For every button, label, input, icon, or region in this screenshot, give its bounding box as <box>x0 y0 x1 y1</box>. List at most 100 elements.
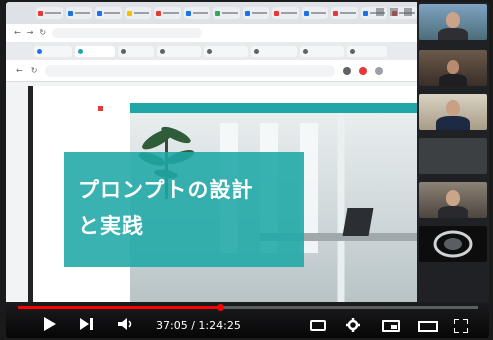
back-icon: ← <box>14 28 21 37</box>
time-separator: / <box>187 319 199 332</box>
tab-favicon-icon <box>244 10 250 16</box>
browser-toolbar: ← → ↻ <box>6 24 417 42</box>
volume-icon[interactable] <box>118 318 134 330</box>
tab-title <box>163 12 179 14</box>
participant-tile <box>419 94 487 130</box>
avatar <box>446 12 460 28</box>
avatar-body <box>439 74 467 86</box>
inner-browser-tab <box>34 45 72 57</box>
player-controls: 37:05 / 1:24:25 <box>6 302 489 338</box>
forward-icon: → <box>26 28 34 37</box>
browser-tab <box>183 7 211 19</box>
tab-title <box>74 12 91 14</box>
duration: 1:24:25 <box>198 319 241 332</box>
maximize-icon <box>390 8 398 16</box>
tab-favicon-icon <box>67 10 73 16</box>
inner-browser-tab <box>204 45 248 57</box>
tab-title <box>104 12 120 14</box>
inner-browser-tab <box>118 45 154 57</box>
inner-browser-tab <box>75 45 115 57</box>
tab-favicon-icon <box>303 10 309 16</box>
browser-tab <box>124 7 152 19</box>
avatar <box>446 100 460 116</box>
participant-strip <box>417 2 489 302</box>
tab-title <box>340 12 356 14</box>
fullscreen-icon[interactable] <box>454 319 468 333</box>
next-icon[interactable] <box>80 318 94 330</box>
tab-favicon-icon <box>274 10 280 16</box>
tab-favicon-icon <box>156 10 162 16</box>
time-display: 37:05 / 1:24:25 <box>156 319 241 332</box>
minimize-icon <box>376 8 384 16</box>
address-bar <box>52 28 203 38</box>
tab-favicon-icon <box>121 48 126 54</box>
slide-left-rule <box>28 86 33 302</box>
tab-title <box>133 12 150 14</box>
tab-title <box>192 12 209 14</box>
back-icon: ← <box>16 65 23 75</box>
video-player[interactable]: ← → ↻ ← ↻ プロンプトの設計 と実践 37:05 / 1:24:25 <box>6 2 489 338</box>
participant-tile <box>419 50 487 86</box>
slide-title-line-2: と実践 <box>78 214 144 238</box>
tab-favicon-icon <box>126 10 132 16</box>
tab-favicon-icon <box>333 10 339 16</box>
browser-tab-strip <box>6 2 417 24</box>
extension-icon <box>359 66 368 75</box>
shared-screen: ← → ↻ ← ↻ プロンプトの設計 と実践 <box>6 2 439 302</box>
avatar <box>447 60 459 74</box>
settings-gear-icon[interactable] <box>346 318 360 332</box>
presentation-slide: プロンプトの設計 と実践 <box>28 86 417 302</box>
inner-browser-tab <box>347 45 387 57</box>
avatar-body <box>438 28 468 40</box>
browser-tab <box>213 7 240 19</box>
tab-favicon-icon <box>97 10 103 16</box>
current-time: 37:05 <box>156 319 188 332</box>
miniplayer-icon[interactable] <box>382 320 400 332</box>
tab-title <box>281 12 297 14</box>
slide-accent-bar <box>130 103 417 113</box>
scrubber-handle[interactable] <box>217 304 224 311</box>
theater-mode-icon[interactable] <box>418 321 438 332</box>
camera-lens-image <box>433 230 473 258</box>
inner-browser-tab <box>251 45 297 57</box>
tab-favicon-icon <box>350 48 355 54</box>
subtitles-icon[interactable] <box>310 320 326 331</box>
tab-favicon-icon <box>185 10 191 16</box>
slide-title-box: プロンプトの設計 と実践 <box>64 152 304 267</box>
reload-icon: ↻ <box>39 28 47 37</box>
tab-favicon-icon <box>37 48 42 54</box>
tab-favicon-icon <box>303 48 308 54</box>
reload-icon: ↻ <box>30 65 38 75</box>
inner-browser-tab <box>157 45 201 57</box>
browser-tab <box>331 7 358 19</box>
participant-tile <box>419 4 487 40</box>
tab-favicon-icon <box>160 48 165 54</box>
avatar-body <box>436 116 470 130</box>
browser-tab <box>154 7 181 19</box>
tab-favicon-icon <box>78 48 83 54</box>
tab-favicon-icon <box>215 10 221 16</box>
tab-title <box>222 12 238 14</box>
avatar <box>446 190 460 206</box>
participant-tile <box>419 182 487 218</box>
participant-tile <box>419 138 487 174</box>
progress-fill <box>18 306 220 309</box>
inner-browser-tab <box>300 45 344 57</box>
tab-title <box>251 12 268 14</box>
progress-bar[interactable] <box>18 304 478 311</box>
browser-tab <box>36 7 63 19</box>
browser-tab <box>272 7 299 19</box>
inner-browser-toolbar: ← ↻ <box>6 60 417 82</box>
close-icon <box>404 8 412 16</box>
play-icon[interactable] <box>44 317 56 331</box>
tab-favicon-icon <box>38 10 43 16</box>
tab-title <box>310 12 327 14</box>
browser-tab <box>95 7 122 19</box>
inner-address-bar <box>45 64 336 77</box>
avatar-body <box>438 206 468 218</box>
slide-accent-square <box>98 106 103 111</box>
extension-icon <box>343 66 352 75</box>
tab-favicon-icon <box>254 48 259 54</box>
laptop-image <box>342 208 374 236</box>
tab-favicon-icon <box>362 10 368 16</box>
